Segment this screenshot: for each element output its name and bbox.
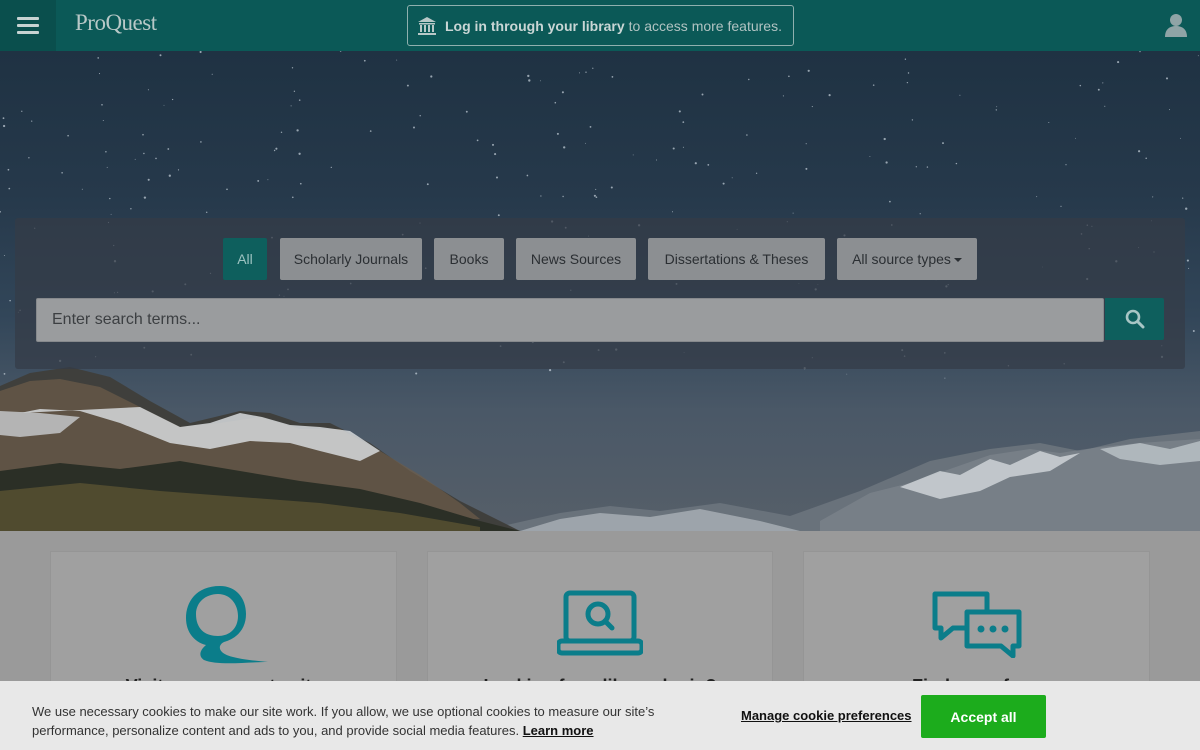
chat-bubbles-icon [932, 591, 1021, 658]
search-input[interactable] [36, 298, 1104, 342]
cookie-message: We use necessary cookies to make our sit… [32, 702, 712, 740]
login-rest-text: to access more features. [628, 17, 782, 34]
library-login-button[interactable]: Log in through your library to access mo… [407, 5, 794, 46]
all-source-types-label: All source types [852, 251, 951, 267]
top-header: ProQuest Log in through your library to … [0, 0, 1200, 51]
search-panel: All Scholarly Journals Books News Source… [15, 218, 1185, 369]
proquest-logo[interactable]: ProQuest [75, 10, 157, 36]
all-source-types-dropdown[interactable]: All source types [837, 238, 977, 280]
source-chip-books[interactable]: Books [434, 238, 504, 280]
proquest-q-icon [185, 586, 268, 664]
learn-more-link[interactable]: Learn more [523, 723, 594, 738]
magnifier-icon [1125, 309, 1144, 329]
source-chip-dissertations-theses[interactable]: Dissertations & Theses [648, 238, 825, 280]
login-strong-text: Log in through your library [445, 17, 625, 34]
search-button[interactable] [1105, 298, 1164, 340]
user-account-icon[interactable] [1163, 12, 1189, 38]
source-chip-scholarly-journals[interactable]: Scholarly Journals [280, 238, 422, 280]
library-building-icon [418, 16, 436, 35]
caret-down-icon [953, 258, 962, 262]
hamburger-icon [17, 16, 39, 35]
source-chip-all[interactable]: All [223, 238, 267, 280]
manage-cookie-preferences-link[interactable]: Manage cookie preferences [741, 708, 912, 723]
hero-banner: All Scholarly Journals Books News Source… [0, 51, 1200, 531]
cookie-banner: We use necessary cookies to make our sit… [0, 681, 1200, 750]
laptop-search-icon [557, 590, 643, 656]
accept-all-button[interactable]: Accept all [921, 695, 1046, 738]
menu-button[interactable] [0, 0, 56, 51]
source-chip-news-sources[interactable]: News Sources [516, 238, 636, 280]
